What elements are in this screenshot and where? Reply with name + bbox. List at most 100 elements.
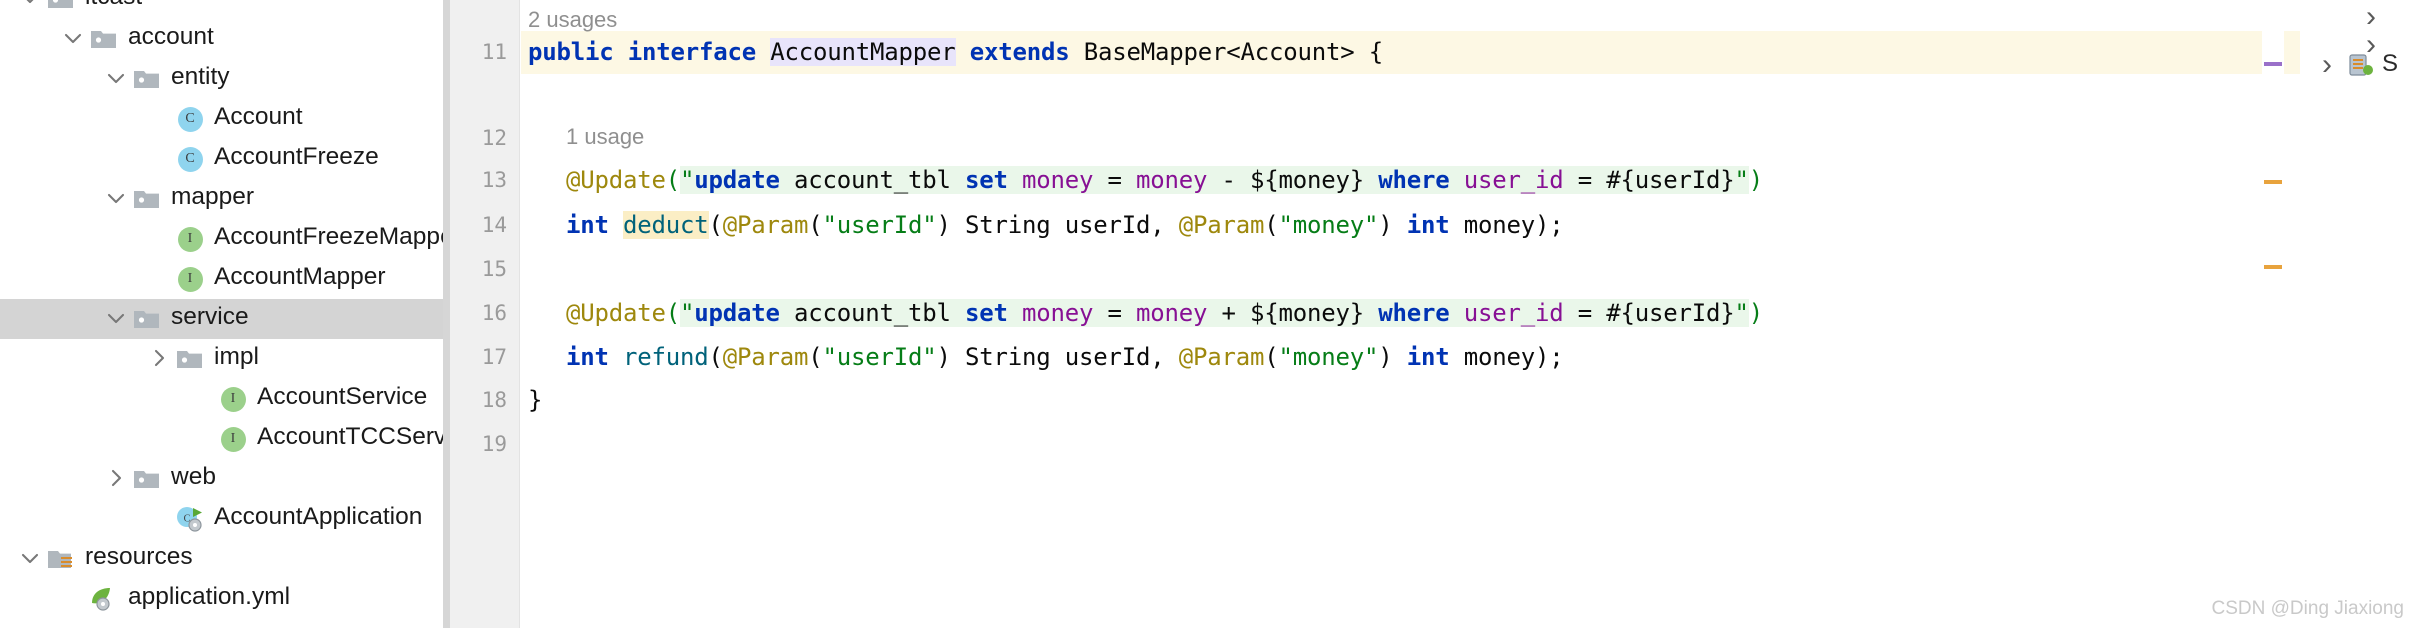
tree-row-service[interactable]: service: [0, 299, 443, 339]
twisty-spacer: [147, 266, 173, 292]
line-number-18[interactable]: 18: [447, 379, 507, 422]
error-stripe-markers[interactable]: [2262, 0, 2284, 628]
folder-package-icon: [132, 64, 162, 94]
tree-row-mapper[interactable]: mapper: [0, 179, 443, 219]
error-stripe-mark-0[interactable]: [2264, 62, 2282, 66]
chevron-down-icon[interactable]: [104, 66, 130, 92]
java-class-icon: C: [177, 106, 203, 132]
token-method-name-refund[interactable]: refund: [623, 343, 709, 371]
token-sql-placeholder-money: ${money}: [1250, 166, 1364, 194]
tree-row-accountservice[interactable]: I AccountService: [0, 379, 443, 419]
tree-row-label: AccountService: [257, 383, 428, 411]
right-bar-label: S: [2382, 50, 2399, 77]
tree-row-accountfreezemapper[interactable]: I AccountFreezeMapper: [0, 219, 443, 259]
twisty-spacer: [190, 386, 216, 412]
token-paren: (: [1264, 343, 1279, 371]
token-quote-open: ": [680, 166, 695, 194]
token-param-type-string-2: String: [965, 343, 1051, 371]
line-number-17[interactable]: 17: [447, 336, 507, 379]
tree-row-accountapplication[interactable]: C AccountApplication: [0, 499, 443, 539]
line-number-13[interactable]: 13: [447, 159, 507, 202]
chevron-down-icon[interactable]: [61, 26, 87, 52]
token-annotation-param-2: @Param: [1178, 211, 1265, 239]
chevron-down-icon[interactable]: [104, 186, 130, 212]
project-tree-panel[interactable]: itcast account entity C Account C AccountFreez…: [0, 0, 443, 628]
java-interface-icon: I: [218, 384, 248, 414]
token-param-type-int: int: [1406, 211, 1450, 239]
folder-package-icon: [134, 191, 159, 208]
editor-gutter[interactable]: 11 12 13 14 15 16 17 18 19: [450, 0, 520, 628]
code-text-area[interactable]: 2 usages public interface AccountMapper …: [521, 0, 2428, 628]
tree-row-label: service: [171, 303, 249, 331]
tree-row-accountmapper[interactable]: I AccountMapper: [0, 259, 443, 299]
token-sql-where-2: where: [1378, 299, 1450, 327]
chevron-down-icon[interactable]: [18, 0, 44, 12]
line-number-16[interactable]: 16: [447, 292, 507, 335]
token-param-value-money-2: "money": [1278, 343, 1379, 371]
error-stripe-mark-2[interactable]: [2264, 265, 2282, 269]
tree-row-impl[interactable]: impl: [0, 339, 443, 379]
line-number-11[interactable]: 11: [447, 31, 507, 74]
resources-folder-icon: [46, 544, 76, 574]
inlay-hint-usages-deduct[interactable]: 1 usage: [566, 117, 644, 157]
line-number-15[interactable]: 15: [447, 248, 507, 291]
java-interface-icon: I: [218, 424, 248, 454]
token-param-name-money: money);: [1463, 211, 1564, 239]
chevron-right-icon[interactable]: [104, 466, 130, 492]
tree-row-application-yml[interactable]: application.yml: [0, 579, 443, 619]
line-number-12[interactable]: 12: [447, 117, 507, 160]
tree-row-accountfreeze[interactable]: C AccountFreeze: [0, 139, 443, 179]
folder-package-icon: [175, 344, 205, 374]
spring-boot-class-icon: C: [175, 504, 205, 534]
token-sql-update-2: update: [694, 299, 780, 327]
tree-row-label: application.yml: [128, 583, 291, 611]
tree-row-account[interactable]: C Account: [0, 99, 443, 139]
error-stripe-mark-1[interactable]: [2264, 180, 2282, 184]
right-tool-window-bar[interactable]: › › › S: [2300, 0, 2428, 628]
tree-row-entity[interactable]: entity: [0, 59, 443, 99]
tree-row-resources[interactable]: resources: [0, 539, 443, 579]
line-number-14[interactable]: 14: [447, 204, 507, 247]
token-method-name-deduct[interactable]: deduct: [623, 211, 709, 239]
token-interface: interface: [627, 38, 756, 66]
folder-package-icon: [132, 304, 162, 334]
token-param-type-string: String: [965, 211, 1051, 239]
code-editor[interactable]: 11 12 13 14 15 16 17 18 19 2 usages public inter…: [443, 0, 2428, 628]
chevron-right-icon[interactable]: [147, 346, 173, 372]
tree-row-web[interactable]: web: [0, 459, 443, 499]
tree-row-itcast[interactable]: itcast: [0, 0, 443, 19]
chevron-right-icon-lower[interactable]: ›: [2310, 48, 2344, 82]
chevron-down-icon[interactable]: [104, 306, 130, 332]
token-sql-operator-2: +: [1221, 299, 1236, 327]
spring-beans-icon[interactable]: [2344, 48, 2378, 82]
token-public: public: [528, 38, 614, 66]
tree-row-label: AccountFreezeMapper: [214, 223, 443, 251]
token-quote-open-2: ": [680, 299, 695, 327]
token-paren: ): [936, 343, 951, 371]
tree-row-account[interactable]: account: [0, 19, 443, 59]
token-sql-where: where: [1378, 166, 1450, 194]
line-number-19[interactable]: 19: [447, 423, 507, 466]
code-line-18: }: [528, 379, 542, 422]
tree-row-label: AccountFreeze: [214, 143, 379, 171]
token-type-name-accountmapper[interactable]: AccountMapper: [770, 38, 956, 66]
tree-row-accounttccservice[interactable]: I AccountTCCService: [0, 419, 443, 459]
tree-row-label: web: [171, 463, 216, 491]
code-line-13: @Update("update account_tbl set money = …: [566, 159, 1763, 202]
chevron-down-icon[interactable]: [18, 546, 44, 572]
